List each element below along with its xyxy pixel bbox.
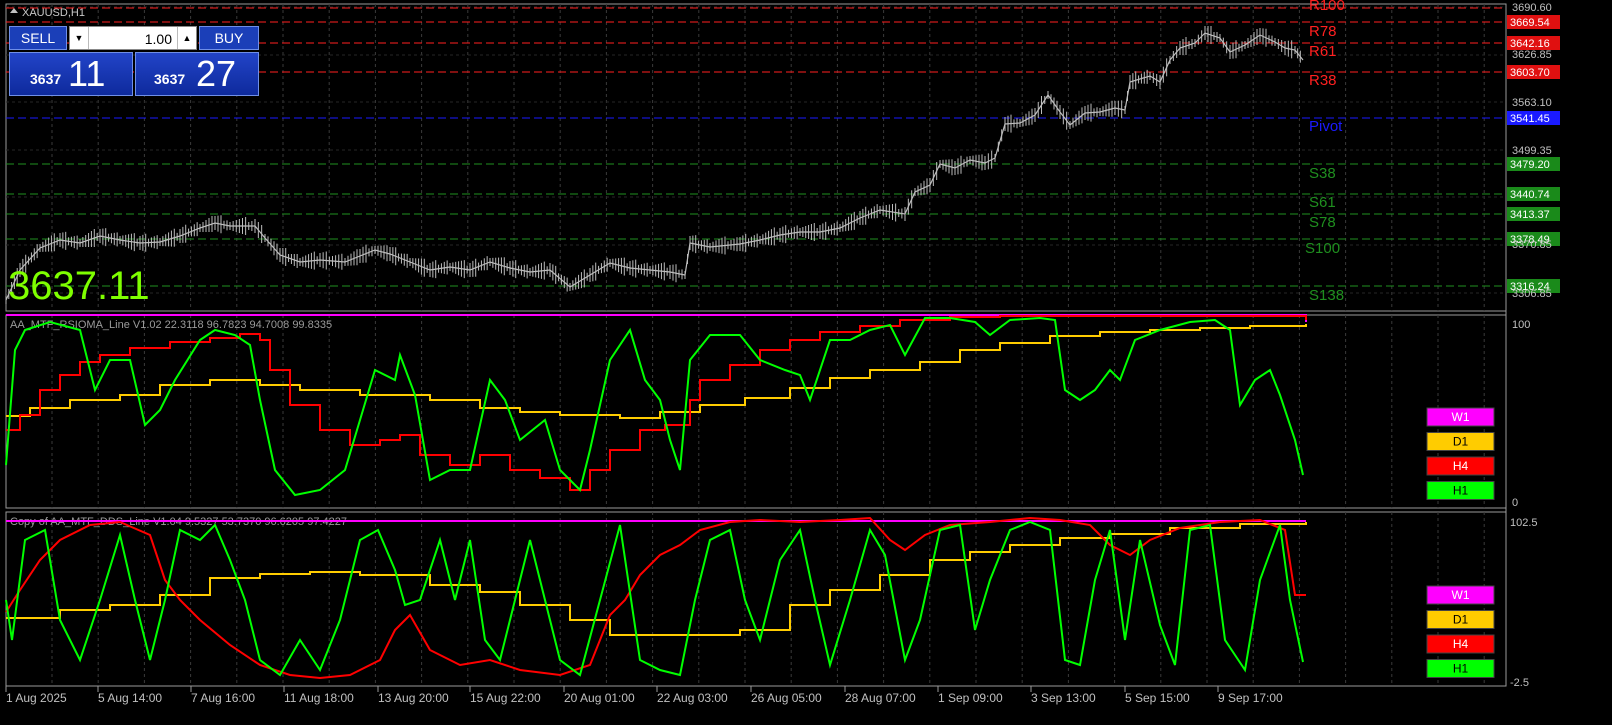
- indicator2-legend-label: D1: [1453, 613, 1469, 627]
- level-label-r38: R38: [1309, 72, 1337, 89]
- buy-price-pips: 27: [196, 53, 237, 94]
- sell-button[interactable]: SELL: [9, 26, 67, 50]
- indicator2-legend-label: H1: [1453, 662, 1469, 676]
- time-axis-label: 11 Aug 18:00: [284, 691, 354, 705]
- price-tag-text-r78: 3669.54: [1510, 17, 1550, 29]
- time-axis-label: 7 Aug 16:00: [191, 691, 255, 705]
- price-axis-label: 3563.10: [1512, 97, 1552, 109]
- lot-size-input[interactable]: [90, 29, 174, 49]
- indicator1-legend-label: H4: [1453, 459, 1469, 473]
- chart-area[interactable]: R100R78 3669.54R61 3642.16R38 3603.70Pivot 3…: [0, 0, 1612, 725]
- level-label-r61: R61: [1309, 43, 1337, 60]
- time-axis-label: 22 Aug 03:00: [657, 691, 728, 705]
- time-axis-label: 3 Sep 13:00: [1031, 691, 1096, 705]
- price-tag-text-s78: 3413.37: [1510, 209, 1550, 221]
- level-label-s138: S138: [1309, 287, 1344, 304]
- time-axis-label: 9 Sep 17:00: [1218, 691, 1283, 705]
- price-axis-label: 3499.35: [1512, 145, 1552, 157]
- time-axis-label: 1 Aug 2025: [6, 691, 67, 705]
- price-tag-text-s38: 3479.20: [1510, 159, 1550, 171]
- indicator2-axis-bottom: -2.5: [1510, 677, 1529, 689]
- level-label-r100: R100: [1309, 0, 1345, 14]
- indicator1-h4-line: [6, 315, 1307, 491]
- level-label-pivot: Pivot: [1309, 118, 1343, 135]
- price-tag-text-r38: 3603.70: [1510, 67, 1550, 79]
- level-label-r78: R78: [1309, 23, 1337, 40]
- price-axis-label: 3626.85: [1512, 49, 1552, 61]
- level-label-s78: S78: [1309, 214, 1336, 231]
- symbol-menu-icon[interactable]: [10, 8, 18, 13]
- price-axis-label: 3690.60: [1512, 2, 1552, 14]
- sell-price-prefix: 3637: [30, 71, 62, 87]
- one-click-trading-panel: SELL ▼ ▲ BUY 3637 11 3637 27: [9, 26, 259, 96]
- indicator1-axis-top: 100: [1512, 319, 1530, 331]
- level-label-s100: S100: [1305, 240, 1340, 257]
- buy-button[interactable]: BUY: [199, 26, 259, 50]
- indicator2-legend-label: H4: [1453, 637, 1469, 651]
- indicator1-h1-line: [5, 316, 1304, 497]
- time-axis-label: 20 Aug 01:00: [564, 691, 635, 705]
- price-tag-text-s61: 3440.74: [1510, 189, 1550, 201]
- time-axis-label: 5 Aug 14:00: [98, 691, 162, 705]
- time-axis-label: 5 Sep 15:00: [1125, 691, 1190, 705]
- price-tag-text-pivot: 3541.45: [1510, 113, 1550, 125]
- buy-price-button[interactable]: 3637 27: [135, 52, 259, 96]
- lot-decrease-icon[interactable]: ▼: [70, 27, 89, 49]
- rsioma-indicator-panel[interactable]: [5, 314, 1507, 509]
- time-axis-label: 13 Aug 20:00: [378, 691, 449, 705]
- time-axis-label: 15 Aug 22:00: [470, 691, 541, 705]
- indicator1-axis-bottom: 0: [1512, 497, 1518, 509]
- symbol-label: XAUUSD,H1: [22, 7, 85, 19]
- indicator2-h1-line: [5, 520, 1304, 677]
- level-label-s61: S61: [1309, 194, 1336, 211]
- indicator1-legend-label: D1: [1453, 435, 1469, 449]
- buy-price-prefix: 3637: [154, 71, 186, 87]
- indicator2-legend-label: W1: [1452, 588, 1470, 602]
- sell-price-button[interactable]: 3637 11: [9, 52, 133, 96]
- sell-price-pips: 11: [68, 53, 106, 94]
- price-axis-label: 3306.85: [1512, 288, 1552, 300]
- indicator2-axis-top: 102.5: [1510, 517, 1538, 529]
- time-axis-label: 1 Sep 09:00: [938, 691, 1003, 705]
- indicator1-legend-label: H1: [1453, 484, 1469, 498]
- indicator1-legend-label: W1: [1452, 410, 1470, 424]
- current-price-display: 3637.11: [8, 264, 150, 308]
- lot-increase-icon[interactable]: ▲: [177, 27, 196, 49]
- price-axis-label: 3370.85: [1512, 239, 1552, 251]
- time-axis-label: 28 Aug 07:00: [845, 691, 916, 705]
- lot-size-field[interactable]: ▼ ▲: [69, 26, 197, 50]
- time-axis-label: 26 Aug 05:00: [751, 691, 822, 705]
- level-label-s38: S38: [1309, 165, 1336, 182]
